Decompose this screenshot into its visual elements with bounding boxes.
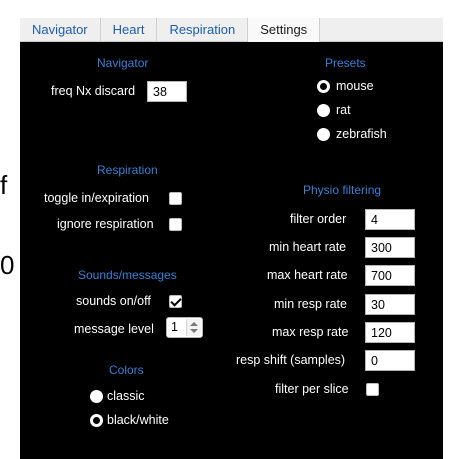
classic-radio[interactable] [90,390,103,403]
tab-settings[interactable]: Settings [248,18,321,42]
freq-nx-discard-input[interactable]: 38 [147,81,187,102]
max-resp-rate-input[interactable]: 120 [365,322,415,343]
sounds-messages-section-title: Sounds/messages [78,268,177,282]
settings-window: Navigator Heart Respiration Settings Nav… [20,18,443,459]
sounds-on-off-checkbox[interactable] [169,295,182,308]
message-level-stepper[interactable]: 1 [166,317,203,338]
resp-shift-label: resp shift (samples) [236,353,346,367]
tab-bar: Navigator Heart Respiration Settings [20,18,443,42]
rat-radio[interactable] [317,104,330,117]
physio-filtering-section-title: Physio filtering [303,183,382,197]
stepper-arrows[interactable] [186,319,201,336]
filter-per-slice-label: filter per slice [275,382,349,396]
black-white-label: black/white [107,413,169,427]
filter-per-slice-checkbox[interactable] [366,383,379,396]
classic-label: classic [107,389,145,403]
message-level-label: message level [74,322,154,336]
min-heart-rate-label: min heart rate [269,240,347,254]
black-white-radio[interactable] [90,414,103,427]
resp-shift-input[interactable]: 0 [365,350,415,371]
toggle-inexpiration-label: toggle in/expiration [44,191,149,205]
filter-order-input[interactable]: 4 [365,209,415,230]
max-resp-rate-label: max resp rate [272,325,349,339]
filter-order-label: filter order [290,212,347,226]
background-text-0: 0 [0,250,15,280]
mouse-radio[interactable] [317,80,330,93]
colors-section-title: Colors [109,363,144,377]
background-text-f: f [0,170,8,200]
ignore-respiration-label: ignore respiration [57,217,154,231]
min-resp-rate-input[interactable]: 30 [365,294,415,315]
tab-respiration[interactable]: Respiration [157,18,249,42]
rat-label: rat [336,103,351,117]
max-heart-rate-label: max heart rate [267,268,348,282]
navigator-section-title: Navigator [97,56,149,70]
settings-panel: Navigator freq Nx discard 38 Respiration… [20,43,443,459]
message-level-value: 1 [171,320,178,334]
ignore-respiration-checkbox[interactable] [169,218,182,231]
zebrafish-radio[interactable] [317,128,330,141]
min-heart-rate-input[interactable]: 300 [365,237,415,258]
toggle-inexpiration-checkbox[interactable] [169,192,182,205]
stepper-up-icon[interactable] [190,322,198,326]
tab-navigator[interactable]: Navigator [20,18,101,42]
zebrafish-label: zebrafish [336,127,387,141]
stepper-down-icon[interactable] [190,329,198,333]
tab-heart[interactable]: Heart [101,18,158,42]
respiration-section-title: Respiration [97,163,158,177]
mouse-label: mouse [336,79,374,93]
sounds-on-off-label: sounds on/off [76,294,151,308]
max-heart-rate-input[interactable]: 700 [365,265,415,286]
presets-section-title: Presets [325,56,366,70]
freq-nx-discard-label: freq Nx discard [51,84,136,98]
min-resp-rate-label: min resp rate [274,297,347,311]
